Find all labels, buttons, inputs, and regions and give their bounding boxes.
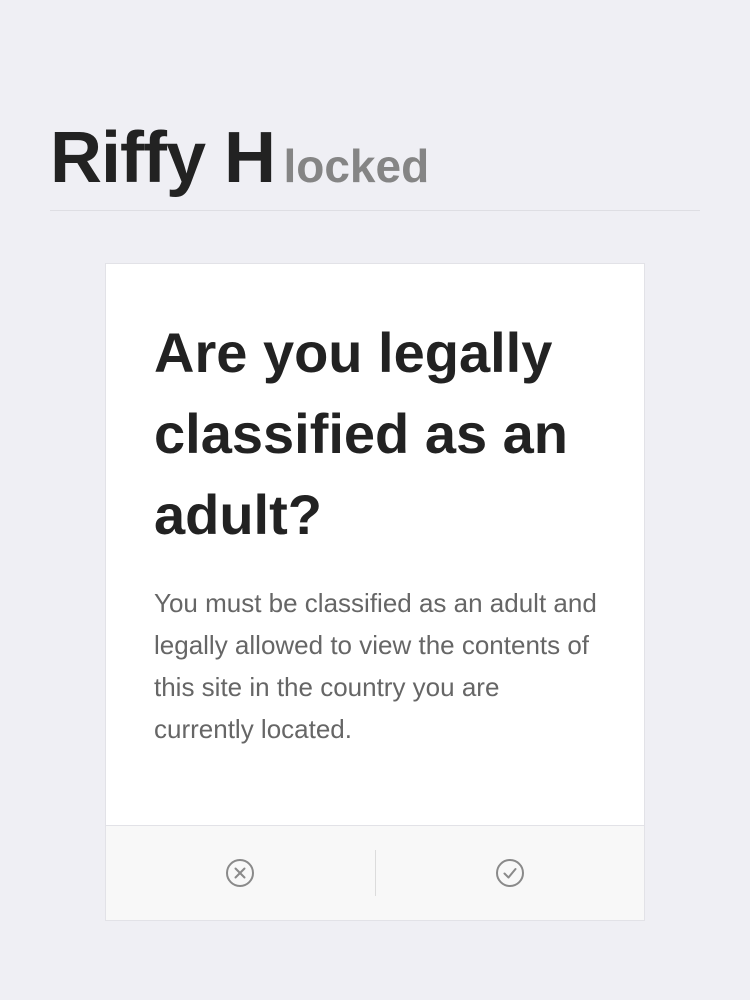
profile-header: Riffy H locked [50, 118, 700, 211]
circle-x-icon [226, 859, 255, 887]
profile-name: Riffy H [50, 118, 276, 198]
decline-button[interactable] [106, 826, 375, 920]
circle-check-icon [495, 859, 524, 887]
age-requirement-description: You must be classified as an adult and l… [154, 588, 597, 744]
lock-status-label: locked [283, 140, 430, 192]
age-verification-card: Are you legally classified as an adult? … [105, 263, 645, 921]
confirm-button[interactable] [376, 826, 645, 920]
dialog-actions [106, 825, 644, 920]
profile-title: Riffy H locked [50, 118, 429, 206]
age-question-heading: Are you legally classified as an adult? [154, 321, 569, 546]
